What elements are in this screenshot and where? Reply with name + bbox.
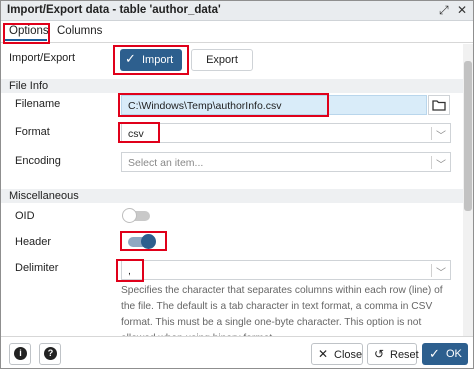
highlight-options-tab bbox=[3, 23, 50, 44]
highlight-filename bbox=[118, 93, 329, 117]
file-info-heading: File Info bbox=[9, 80, 49, 92]
ok-button-label: OK bbox=[446, 348, 462, 360]
help-icon: ? bbox=[44, 347, 57, 360]
encoding-select[interactable]: Select an item... ﹀ bbox=[121, 152, 451, 172]
delimiter-label: Delimiter bbox=[15, 262, 59, 274]
reset-icon: ↺ bbox=[374, 347, 385, 361]
highlight-format bbox=[118, 122, 160, 143]
reset-button-label: Reset bbox=[390, 349, 419, 361]
miscellaneous-heading: Miscellaneous bbox=[9, 190, 79, 202]
chevron-down-icon: ﹀ bbox=[436, 268, 446, 279]
highlight-import-button bbox=[113, 45, 189, 75]
scrollbar-thumb[interactable] bbox=[464, 61, 472, 211]
dialog-footer: i ? ✕ Close ↺ Reset ✓ OK bbox=[1, 336, 473, 368]
close-button[interactable]: ✕ Close bbox=[311, 343, 363, 365]
file-info-section: File Info bbox=[1, 79, 463, 93]
options-panel: Import/Export ✓ Import Export File Info … bbox=[1, 44, 463, 336]
format-select[interactable]: csv ﹀ bbox=[121, 123, 451, 143]
tab-columns[interactable]: Columns bbox=[57, 25, 102, 37]
chevron-down-icon: ﹀ bbox=[436, 160, 446, 171]
ok-button[interactable]: ✓ OK bbox=[422, 343, 468, 365]
encoding-placeholder: Select an item... bbox=[128, 157, 204, 169]
import-export-label: Import/Export bbox=[9, 52, 76, 64]
format-label: Format bbox=[15, 126, 50, 138]
help-button[interactable]: ? bbox=[39, 343, 61, 365]
delimiter-help-text: Specifies the character that separates c… bbox=[121, 285, 443, 336]
title-bar: Import/Export data - table 'author_data'… bbox=[1, 1, 473, 21]
oid-label: OID bbox=[15, 210, 35, 222]
highlight-delimiter bbox=[116, 259, 144, 282]
close-icon: ✕ bbox=[318, 347, 329, 361]
oid-toggle[interactable] bbox=[122, 208, 150, 223]
close-button-label: Close bbox=[334, 349, 363, 361]
header-label: Header bbox=[15, 236, 52, 248]
format-separator bbox=[431, 127, 432, 140]
info-icon: i bbox=[14, 347, 27, 360]
dialog-title: Import/Export data - table 'author_data' bbox=[7, 4, 221, 16]
check-icon: ✓ bbox=[429, 346, 440, 361]
filename-label: Filename bbox=[15, 98, 61, 110]
export-button[interactable]: Export bbox=[191, 49, 253, 71]
folder-icon bbox=[432, 100, 446, 111]
expand-icon[interactable]: ⤢ bbox=[439, 3, 449, 18]
encoding-label: Encoding bbox=[15, 155, 61, 167]
delimiter-separator bbox=[431, 264, 432, 277]
highlight-header-toggle bbox=[120, 231, 167, 251]
delimiter-select[interactable]: , ﹀ bbox=[121, 260, 451, 280]
chevron-down-icon: ﹀ bbox=[436, 131, 446, 142]
encoding-separator bbox=[431, 156, 432, 169]
tab-bar: Options Columns bbox=[1, 21, 473, 43]
info-button[interactable]: i bbox=[9, 343, 31, 365]
close-icon[interactable]: ✕ bbox=[457, 3, 467, 17]
reset-button[interactable]: ↺ Reset bbox=[367, 343, 419, 365]
oid-toggle-knob bbox=[122, 208, 137, 223]
miscellaneous-section: Miscellaneous bbox=[1, 189, 463, 203]
browse-folder-button[interactable] bbox=[428, 95, 450, 115]
import-export-dialog: Import/Export data - table 'author_data'… bbox=[0, 0, 474, 369]
